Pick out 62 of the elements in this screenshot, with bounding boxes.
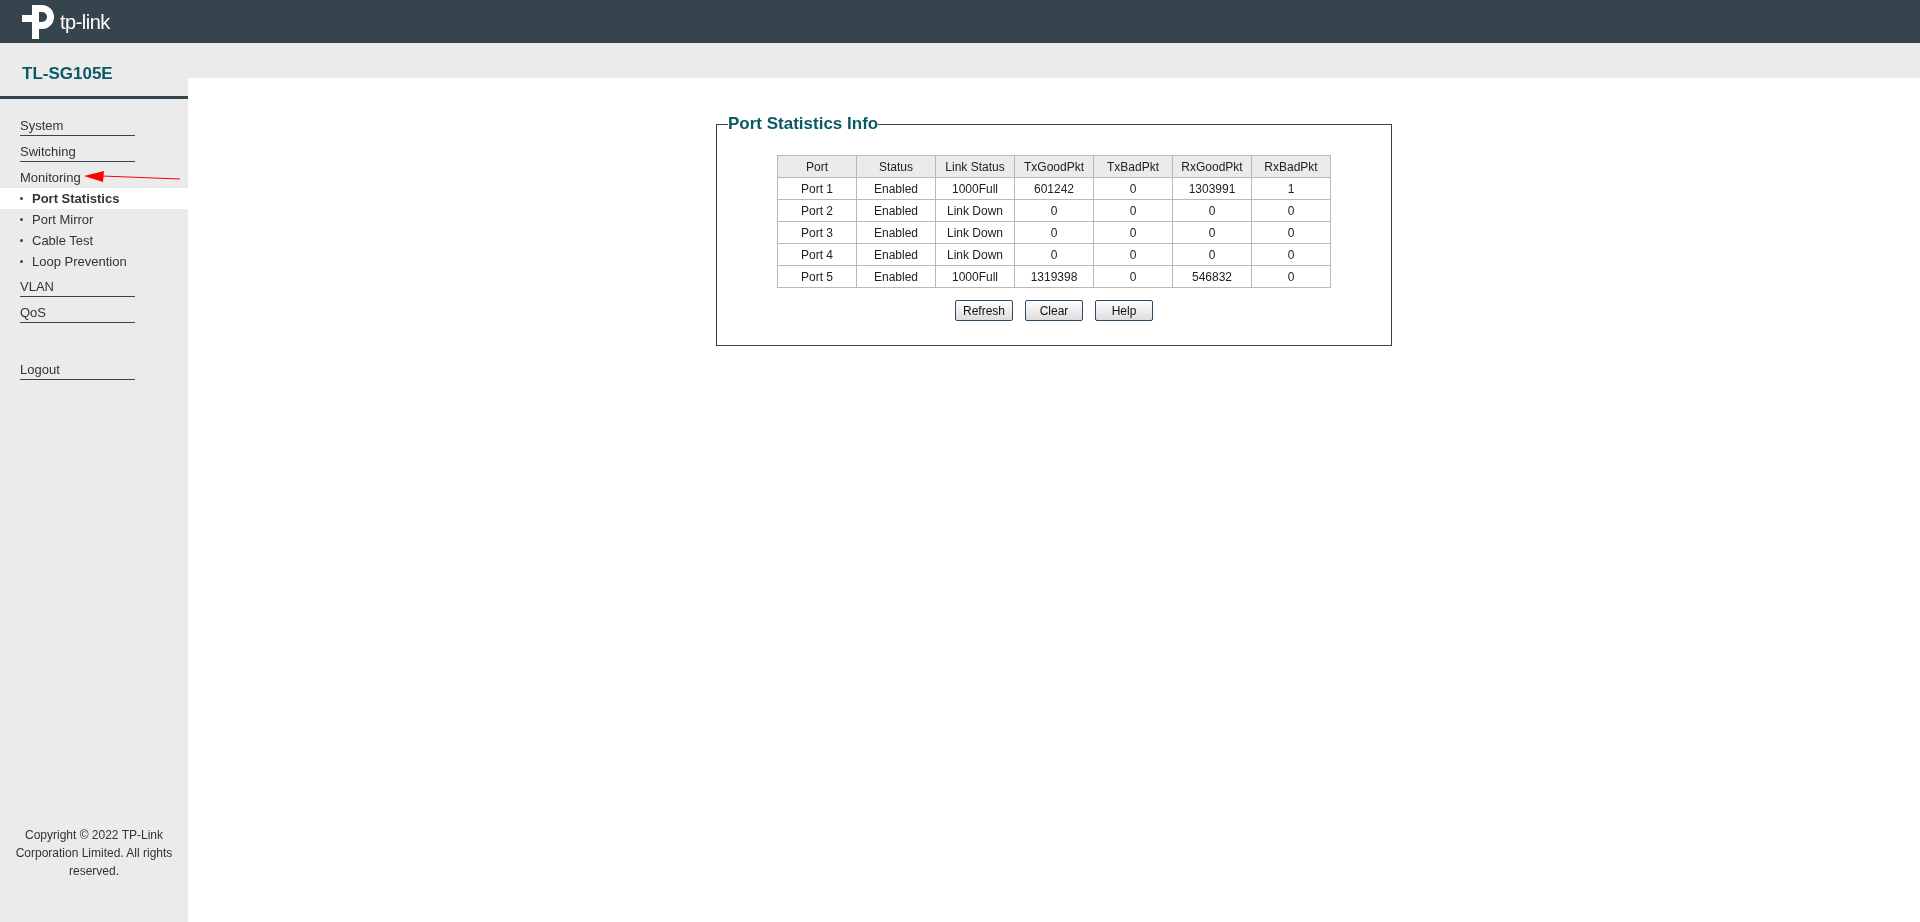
column-header: Link Status: [935, 155, 1015, 178]
bullet-icon: [20, 239, 23, 242]
action-button[interactable]: Clear: [1025, 300, 1083, 321]
table-cell: 1: [1251, 177, 1331, 200]
table-cell: 0: [1172, 221, 1252, 244]
table-cell: 0: [1172, 243, 1252, 266]
table-cell: 546832: [1172, 265, 1252, 288]
table-cell: 0: [1014, 221, 1094, 244]
submenu-item[interactable]: Port Statistics: [0, 188, 188, 209]
bullet-icon: [20, 260, 23, 263]
menu-item[interactable]: VLAN: [20, 276, 135, 297]
table-cell: 601242: [1014, 177, 1094, 200]
table-cell: Port 4: [777, 243, 857, 266]
action-button[interactable]: Refresh: [955, 300, 1013, 321]
table-cell: 0: [1251, 199, 1331, 222]
table-cell: Port 5: [777, 265, 857, 288]
table-cell: 0: [1093, 243, 1173, 266]
table-cell: Port 1: [777, 177, 857, 200]
column-header: Status: [856, 155, 936, 178]
column-header: TxBadPkt: [1093, 155, 1173, 178]
table-cell: 0: [1093, 199, 1173, 222]
submenu-item[interactable]: Loop Prevention: [0, 251, 188, 272]
table-cell: 1303991: [1172, 177, 1252, 200]
table-cell: Enabled: [856, 177, 936, 200]
table-cell: 0: [1093, 221, 1173, 244]
menu-item[interactable]: System: [20, 115, 135, 136]
bullet-icon: [20, 218, 23, 221]
bullet-icon: [20, 197, 23, 200]
copyright-text: Copyright © 2022 TP-Link Corporation Limited. All rights reserved.: [14, 827, 174, 880]
action-button[interactable]: Help: [1095, 300, 1153, 321]
column-header: TxGoodPkt: [1014, 155, 1094, 178]
logo-icon: [22, 4, 56, 39]
column-header: RxGoodPkt: [1172, 155, 1252, 178]
table-cell: 1319398: [1014, 265, 1094, 288]
column-header: RxBadPkt: [1251, 155, 1331, 178]
menu-item[interactable]: QoS: [20, 302, 135, 323]
table-cell: 1000Full: [935, 265, 1015, 288]
menu-item[interactable]: Switching: [20, 141, 135, 162]
table-cell: 0: [1251, 243, 1331, 266]
table-cell: 0: [1172, 199, 1252, 222]
table-cell: 0: [1251, 221, 1331, 244]
table-cell: Port 2: [777, 199, 857, 222]
table-cell: Link Down: [935, 199, 1015, 222]
menu-item[interactable]: Monitoring: [20, 167, 81, 188]
logo-text: tp-link: [60, 9, 110, 35]
table-cell: Enabled: [856, 199, 936, 222]
table-cell: Enabled: [856, 265, 936, 288]
table-cell: Enabled: [856, 243, 936, 266]
table-cell: 0: [1251, 265, 1331, 288]
logout-link[interactable]: Logout: [20, 359, 135, 380]
table-cell: 1000Full: [935, 177, 1015, 200]
table-cell: Enabled: [856, 221, 936, 244]
table-cell: Link Down: [935, 243, 1015, 266]
table-cell: 0: [1014, 243, 1094, 266]
column-header: Port: [777, 155, 857, 178]
table-cell: 0: [1093, 265, 1173, 288]
table-cell: Link Down: [935, 221, 1015, 244]
table-cell: 0: [1014, 199, 1094, 222]
table-cell: Port 3: [777, 221, 857, 244]
table-cell: 0: [1093, 177, 1173, 200]
submenu-item[interactable]: Cable Test: [0, 230, 188, 251]
submenu-item[interactable]: Port Mirror: [0, 209, 188, 230]
